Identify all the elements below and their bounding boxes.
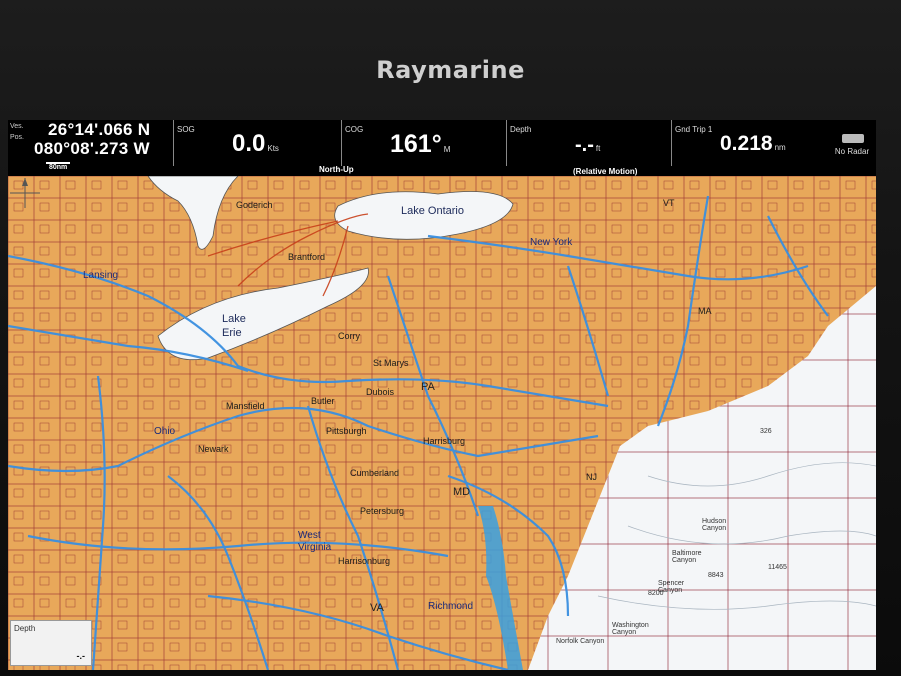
label-brantford: Brantford (288, 252, 326, 262)
label-md: MD (453, 486, 471, 498)
sog-panel[interactable]: SOG 0.0 Kts (173, 120, 339, 166)
label-new-york: New York (530, 237, 573, 248)
label-pa: PA (421, 381, 435, 393)
cog-panel[interactable]: COG 161° M (341, 120, 507, 166)
depth-overlay-box[interactable]: Depth -.- (10, 620, 92, 666)
label-wv-1: West (298, 530, 321, 541)
radar-status[interactable]: No Radar (832, 132, 872, 158)
label-hudson-canyon: Hudson Canyon (702, 518, 727, 532)
depth-overlay-value: -.- (76, 651, 86, 661)
scale-indicator: 80nm (46, 162, 71, 171)
label-nj: NJ (586, 472, 597, 482)
label-goderich: Goderich (236, 200, 273, 210)
sog-value: 0.0 (232, 130, 266, 157)
label-va: VA (370, 602, 384, 614)
label-depth-326: 326 (760, 428, 772, 435)
trip-value: 0.218 (720, 132, 773, 155)
label-mansfield: Mansfield (226, 401, 265, 411)
depth-unit: ft (595, 144, 601, 153)
label-butler: Butler (311, 396, 335, 406)
label-dubois: Dubois (366, 387, 395, 397)
label-lake-erie-1: Lake (222, 313, 246, 325)
depth-value: -.- (575, 134, 594, 156)
label-wv-2: Virginia (298, 542, 332, 553)
orientation-mode[interactable]: North-Up (319, 165, 354, 174)
label-st-marys: St Marys (373, 358, 409, 368)
label-cumberland: Cumberland (350, 468, 400, 478)
label-lansing: Lansing (83, 270, 119, 281)
label-corry: Corry (338, 331, 360, 341)
cog-unit: M (443, 145, 451, 154)
sog-unit: Kts (267, 144, 279, 153)
compass-rose-icon[interactable] (8, 176, 42, 210)
position-label-2: Pos. (10, 134, 25, 141)
cog-label: COG (345, 125, 364, 134)
depth-overlay-label: Depth (14, 624, 36, 633)
trip-unit: nm (774, 143, 786, 152)
chartplotter-screen: Ves. Pos. 26°14'.066 N 080°08'.273 W 80n… (8, 120, 876, 670)
label-depth-8843: 8843 (708, 572, 724, 579)
label-lake-ontario: Lake Ontario (401, 205, 464, 217)
label-lake-erie-2: Erie (222, 327, 242, 339)
sog-label: SOG (177, 125, 195, 134)
label-pittsburgh: Pittsburgh (326, 426, 367, 436)
radar-label: No Radar (834, 147, 870, 156)
trip-label: Gnd Trip 1 (675, 125, 713, 134)
motion-mode[interactable]: (Relative Motion) (573, 167, 637, 176)
label-newark: Newark (198, 444, 229, 454)
label-harrisburg: Harrisburg (423, 436, 466, 446)
depth-label: Depth (510, 125, 532, 134)
label-depth-11465: 11465 (768, 564, 787, 571)
brand-logo: Raymarine (376, 56, 525, 84)
label-vt: VT (663, 198, 675, 208)
label-depth-8200: 8200 (648, 590, 664, 597)
trip-panel[interactable]: Gnd Trip 1 0.218 nm (671, 120, 832, 166)
chart-map[interactable]: Goderich Lake Ontario Brantford New York… (8, 176, 876, 670)
label-washington-canyon: Washington Canyon (612, 622, 649, 636)
label-petersburg: Petersburg (360, 506, 405, 516)
cog-value: 161° (390, 130, 442, 158)
label-norfolk-canyon: Norfolk Canyon (556, 638, 605, 645)
label-ma: MA (698, 306, 712, 316)
position-label-1: Ves. (10, 123, 24, 130)
latitude: 26°14'.066 N (48, 120, 151, 139)
depth-panel[interactable]: Depth -.- ft (506, 120, 672, 166)
data-bar: Ves. Pos. 26°14'.066 N 080°08'.273 W 80n… (8, 120, 876, 176)
label-ohio: Ohio (154, 426, 176, 437)
label-richmond: Richmond (428, 601, 474, 612)
chart-canvas[interactable] (8, 176, 876, 670)
label-harrisonburg: Harrisonburg (338, 556, 391, 566)
label-spencer-canyon: Spencer Canyon (658, 580, 685, 594)
longitude: 080°08'.273 W (34, 139, 150, 158)
label-baltimore-canyon: Baltimore Canyon (672, 550, 702, 564)
radar-icon (842, 134, 864, 143)
